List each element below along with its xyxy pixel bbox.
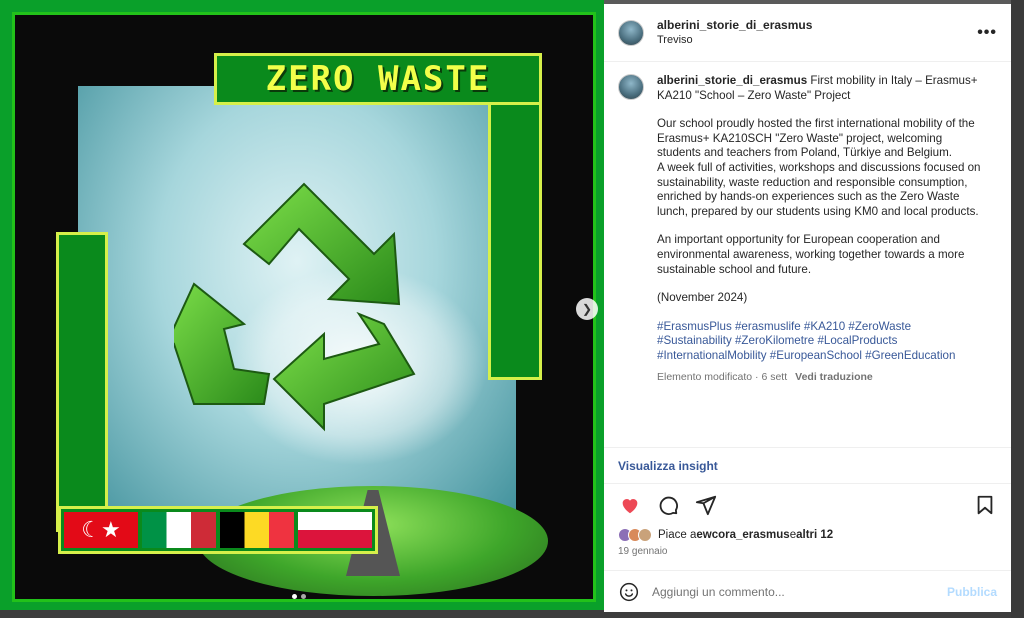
hashtags[interactable]: #ErasmusPlus #erasmuslife #KA210 #ZeroWa… — [657, 320, 987, 364]
caption-paragraph-2: A week full of activities, workshops and… — [657, 160, 981, 218]
likes-user-link[interactable]: ewcora_erasmus — [696, 529, 789, 541]
side-backdrop — [1011, 0, 1024, 618]
caption-meta: Elemento modificato · 6 sett Vedi traduzi… — [657, 370, 987, 385]
poster-title: ZERO WASTE — [265, 59, 491, 99]
caption-paragraph-1: Our school proudly hosted the first inte… — [657, 117, 975, 160]
flag-poland — [298, 512, 372, 548]
likes-others-link[interactable]: altri 12 — [796, 529, 833, 541]
username-link[interactable]: alberini_storie_di_erasmus — [657, 17, 812, 33]
flag-belgium — [220, 512, 294, 548]
liker-avatar — [638, 528, 652, 542]
frame-bar-right — [488, 104, 542, 380]
post-image[interactable]: ZERO WASTE ☾★ ❯ — [0, 0, 604, 610]
likers-avatars[interactable] — [618, 528, 652, 542]
caption-date-note: (November 2024) — [657, 291, 748, 305]
flag-turkey: ☾★ — [64, 512, 138, 548]
like-button[interactable] — [618, 493, 642, 517]
translate-link[interactable]: Vedi traduzione — [795, 371, 873, 383]
comment-button[interactable] — [656, 493, 680, 517]
publish-button[interactable]: Pubblica — [947, 585, 997, 599]
comment-icon — [659, 496, 678, 515]
action-bar — [604, 484, 1011, 526]
post-panel: alberini_storie_di_erasmus Treviso ••• a… — [604, 4, 1011, 612]
insight-row: Visualizza insight — [604, 448, 1011, 484]
emoji-icon — [619, 582, 639, 601]
caption: alberini_storie_di_erasmus First mobilit… — [657, 74, 987, 435]
bookmark-icon — [977, 495, 993, 515]
frame-bar-left — [56, 232, 108, 532]
chevron-right-icon: ❯ — [581, 302, 593, 316]
recycling-scene — [78, 86, 548, 596]
comment-bar: Pubblica — [604, 570, 1011, 612]
caption-username[interactable]: alberini_storie_di_erasmus — [657, 74, 807, 87]
carousel-dot-active — [292, 594, 297, 599]
flag-italy — [142, 512, 216, 548]
likes-prefix: Piace a — [658, 529, 697, 541]
caption-avatar[interactable] — [618, 74, 644, 100]
post-header: alberini_storie_di_erasmus Treviso ••• — [604, 4, 1011, 62]
caption-paragraph-3: An important opportunity for European co… — [657, 233, 965, 276]
avatar[interactable] — [618, 19, 644, 46]
carousel-dot — [301, 594, 306, 599]
header-names: alberini_storie_di_erasmus Treviso — [657, 17, 812, 48]
send-icon — [695, 495, 717, 516]
location-link[interactable]: Treviso — [657, 33, 812, 48]
heart-icon — [622, 499, 638, 514]
more-options-icon[interactable]: ••• — [977, 24, 997, 42]
flags-row: ☾★ — [58, 506, 378, 554]
poster-title-box: ZERO WASTE — [214, 53, 542, 105]
post-date[interactable]: 19 gennaio — [604, 544, 1011, 564]
carousel-dots — [292, 594, 306, 599]
view-insights-link[interactable]: Visualizza insight — [618, 459, 718, 473]
likes-row: Piace a ewcora_erasmus e altri 12 — [604, 526, 1011, 544]
comment-input[interactable] — [652, 584, 947, 599]
emoji-button[interactable] — [618, 581, 640, 603]
caption-area: alberini_storie_di_erasmus First mobilit… — [604, 62, 1011, 448]
share-button[interactable] — [694, 493, 718, 517]
edited-label: Elemento modificato · 6 sett — [657, 370, 788, 383]
recycle-arrows-icon — [174, 182, 416, 432]
carousel-next-button[interactable]: ❯ — [576, 298, 598, 320]
save-button[interactable] — [973, 493, 997, 517]
